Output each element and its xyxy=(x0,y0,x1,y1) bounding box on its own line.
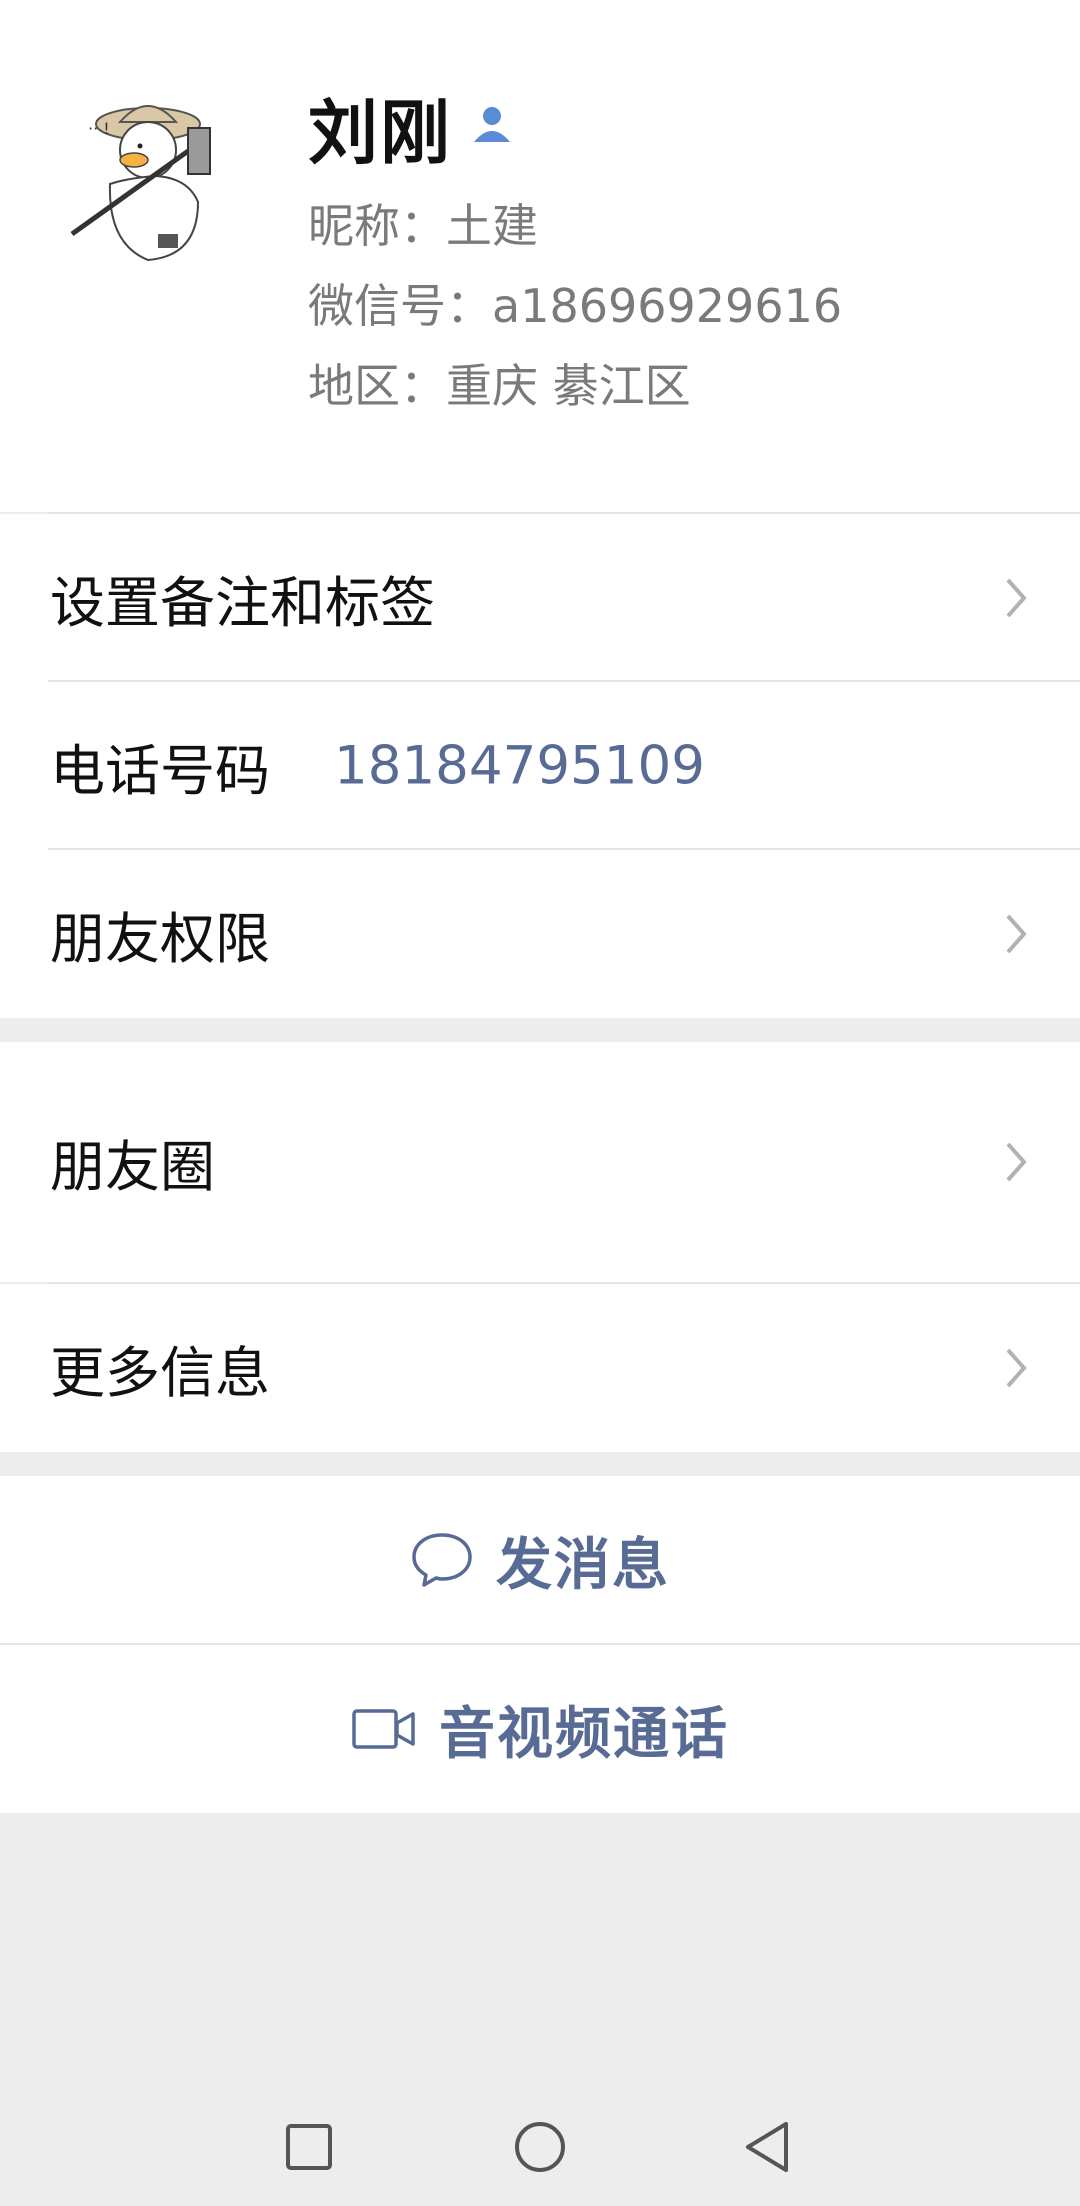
send-message-label: 发消息 xyxy=(496,1532,670,1598)
person-badge-icon xyxy=(474,107,510,142)
system-nav-bar xyxy=(0,2090,1080,2206)
row-label: 电话号码 xyxy=(50,739,271,803)
nickname: 昵称：土建 xyxy=(308,199,538,253)
av-call-label: 音视频通话 xyxy=(439,1701,729,1767)
chevron-right-icon xyxy=(1006,914,1027,954)
row-phone: 电话号码 18184795109 xyxy=(0,682,1080,850)
chevron-right-icon xyxy=(1006,1142,1027,1182)
row-moments[interactable]: 朋友圈 xyxy=(0,1042,1080,1282)
row-label: 朋友圈 xyxy=(50,1135,216,1199)
avatar[interactable]: ·· ! xyxy=(48,84,240,276)
chevron-right-icon xyxy=(1006,1348,1027,1388)
phone-number-link[interactable]: 18184795109 xyxy=(334,736,705,797)
row-label: 更多信息 xyxy=(50,1341,271,1405)
wechat-id: 微信号：a18696929616 xyxy=(308,279,843,333)
svg-text:·· !: ·· ! xyxy=(88,119,110,138)
video-camera-icon xyxy=(352,1709,415,1749)
square-icon[interactable] xyxy=(274,2112,344,2182)
contact-name: 刘刚 xyxy=(308,92,452,174)
row-set-remark-tags[interactable]: 设置备注和标签 xyxy=(0,514,1080,682)
triangle-back-icon[interactable] xyxy=(734,2112,804,2182)
send-message-button[interactable]: 发消息 xyxy=(0,1476,1080,1644)
row-friend-permissions[interactable]: 朋友权限 xyxy=(0,850,1080,1018)
row-label: 朋友权限 xyxy=(50,907,271,971)
av-call-button[interactable]: 音视频通话 xyxy=(0,1645,1080,1813)
chevron-right-icon xyxy=(1006,578,1027,618)
chat-bubble-icon xyxy=(412,1533,472,1587)
region: 地区：重庆 綦江区 xyxy=(308,359,691,413)
duck-avatar-illustration: ·· ! xyxy=(70,105,211,262)
profile-header: ·· ! 刘刚 昵称：土建 微信号：a18696929616 地区：重庆 綦江区 xyxy=(0,0,1080,512)
circle-icon[interactable] xyxy=(505,2112,575,2182)
row-label: 设置备注和标签 xyxy=(50,571,436,635)
row-more-info[interactable]: 更多信息 xyxy=(0,1284,1080,1452)
